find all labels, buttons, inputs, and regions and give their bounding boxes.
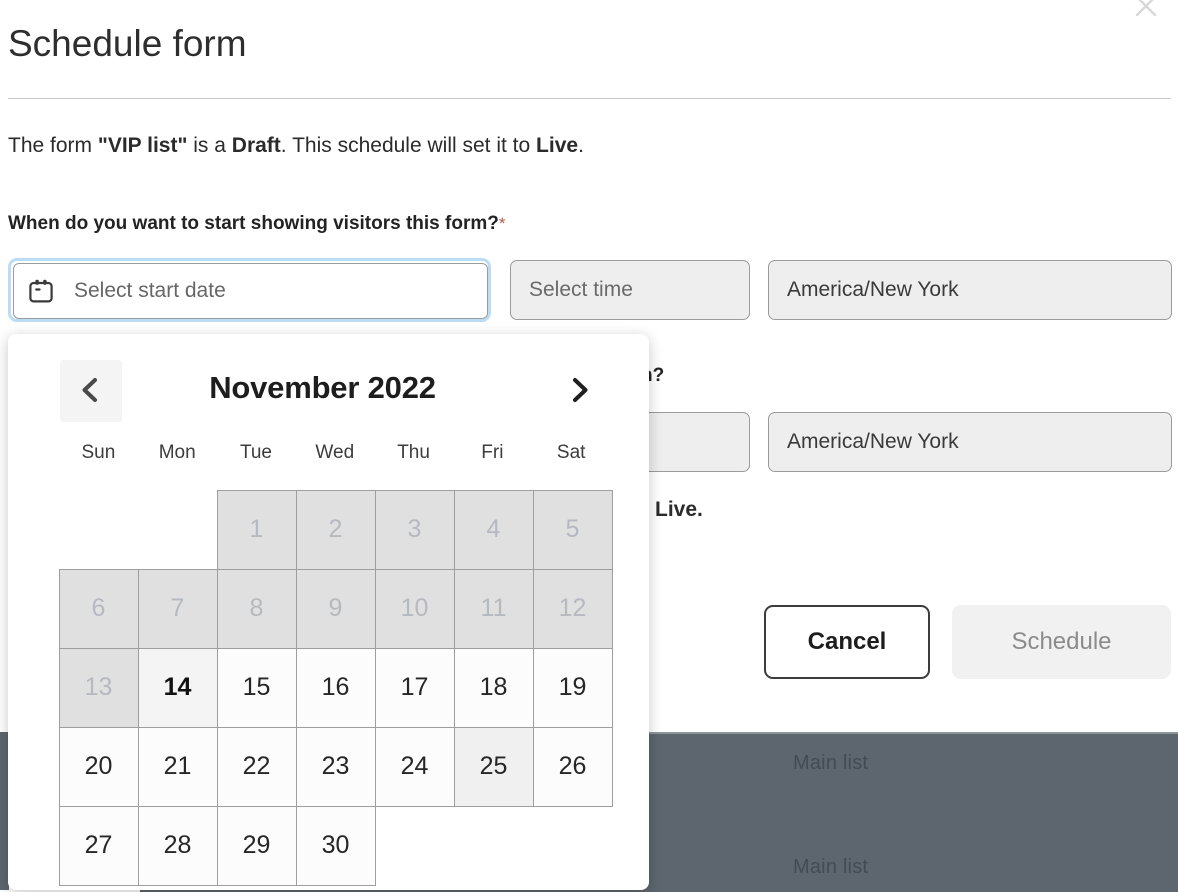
datepicker-empty-cell — [59, 490, 139, 570]
datepicker-day-15[interactable]: 15 — [216, 647, 297, 728]
datepicker-weekday: Wed — [315, 442, 355, 463]
datepicker-day-26[interactable]: 26 — [532, 726, 613, 807]
datepicker-day-10: 10 — [374, 568, 455, 649]
datepicker-day-11: 11 — [453, 568, 534, 649]
close-icon — [1124, 0, 1168, 21]
start-time-input[interactable] — [510, 260, 750, 320]
status-middle-2: . This schedule will set it to — [280, 134, 537, 157]
datepicker-day-17[interactable]: 17 — [374, 647, 455, 728]
datepicker-day-29[interactable]: 29 — [216, 805, 297, 886]
datepicker-day-16[interactable]: 16 — [295, 647, 376, 728]
datepicker-day-14[interactable]: 14 — [137, 647, 218, 728]
calendar-icon — [28, 278, 54, 304]
status-middle: is a — [187, 134, 232, 157]
datepicker-weekday: Fri — [481, 442, 504, 463]
datepicker-day-grid: 1 2 3 4 5 6 7 8 9 10 11 12 13 14 15 16 17 18 19 20 21 22 23 24 2… — [58, 489, 613, 886]
datepicker-weekday: Sun — [81, 442, 116, 463]
status-prefix: The form — [8, 134, 98, 157]
datepicker-day-21[interactable]: 21 — [137, 726, 218, 807]
start-field-label: When do you want to start showing visito… — [8, 213, 505, 235]
datepicker-day-2: 2 — [295, 489, 376, 570]
start-date-input[interactable] — [74, 279, 474, 303]
datepicker-day-3: 3 — [374, 489, 455, 570]
start-field-label-text: When do you want to start showing visito… — [8, 213, 499, 234]
datepicker-day-22[interactable]: 22 — [216, 726, 297, 807]
start-date-field[interactable] — [13, 263, 488, 319]
datepicker-empty-cell — [138, 490, 218, 570]
chevron-right-icon — [564, 375, 594, 408]
end-status-state: Live. — [655, 498, 703, 521]
cancel-button[interactable]: Cancel — [764, 605, 930, 679]
header-divider — [8, 98, 1171, 99]
datepicker-day-20[interactable]: 20 — [58, 726, 139, 807]
datepicker-day-7: 7 — [137, 568, 218, 649]
datepicker-day-13: 13 — [58, 647, 139, 728]
background-list-label: Main list — [793, 752, 869, 774]
end-status-sentence: Live. — [655, 498, 703, 522]
datepicker-weekday: Sat — [556, 442, 586, 463]
status-target-state: Live — [536, 134, 579, 157]
datepicker-day-5: 5 — [532, 489, 613, 570]
datepicker-day-30[interactable]: 30 — [295, 805, 376, 886]
datepicker-day-25[interactable]: 25 — [453, 726, 534, 807]
form-status-sentence: The form "VIP list" is a Draft. This sch… — [8, 134, 584, 158]
end-timezone-input[interactable] — [768, 412, 1172, 472]
datepicker-day-12: 12 — [532, 568, 613, 649]
next-month-button[interactable] — [548, 360, 610, 422]
required-marker: * — [498, 214, 506, 233]
datepicker-day-24[interactable]: 24 — [374, 726, 455, 807]
datepicker-day-27[interactable]: 27 — [58, 805, 139, 886]
datepicker-day-1: 1 — [216, 489, 297, 570]
start-date-field-focus-ring — [8, 258, 491, 322]
datepicker-day-6: 6 — [58, 568, 139, 649]
datepicker-header: November 2022 — [8, 360, 649, 424]
datepicker-day-19[interactable]: 19 — [532, 647, 613, 728]
datepicker-day-4: 4 — [453, 489, 534, 570]
start-timezone-input[interactable] — [768, 260, 1172, 320]
status-form-name: "VIP list" — [97, 134, 188, 157]
datepicker-day-28[interactable]: 28 — [137, 805, 218, 886]
status-suffix: . — [578, 134, 584, 157]
page-title: Schedule form — [8, 22, 247, 64]
status-current-state: Draft — [231, 134, 281, 157]
close-button[interactable] — [1124, 0, 1168, 28]
schedule-button[interactable]: Schedule — [952, 605, 1171, 679]
datepicker-weekday: Mon — [158, 442, 196, 463]
background-list-label: Main list — [793, 856, 869, 878]
datepicker-day-18[interactable]: 18 — [453, 647, 534, 728]
datepicker-day-8: 8 — [216, 568, 297, 649]
datepicker-weekday: Tue — [239, 442, 273, 463]
datepicker-weekday: Thu — [397, 442, 430, 463]
datepicker-popup: November 2022 Sun Mon Tue Wed Thu Fri Sat 1234… — [8, 334, 649, 890]
datepicker-weekday-header: Sun Mon Tue Wed Thu Fri Sat — [59, 442, 611, 464]
datepicker-day-23[interactable]: 23 — [295, 726, 376, 807]
start-inputs-row — [8, 258, 1178, 322]
datepicker-day-9: 9 — [295, 568, 376, 649]
